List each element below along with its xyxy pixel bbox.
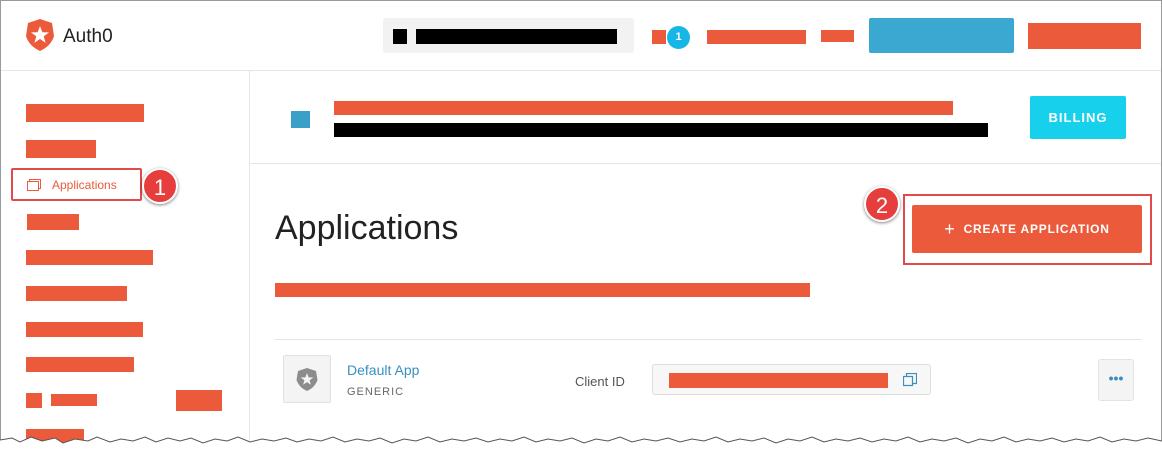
application-type: GENERIC — [347, 386, 405, 398]
redacted-page-description — [275, 283, 810, 297]
redacted-nav-link-1[interactable] — [707, 30, 806, 44]
header-divider — [250, 163, 1161, 164]
tenant-avatar-icon — [291, 111, 310, 128]
notification-badge[interactable]: 1 — [667, 26, 690, 49]
callout-1: 1 — [142, 168, 178, 204]
sidebar-item-redacted-5[interactable] — [26, 286, 127, 301]
sidebar-item-applications[interactable]: Applications — [52, 178, 117, 192]
redacted-topbar-button[interactable] — [869, 18, 1014, 53]
redacted-nav-link-2[interactable] — [821, 30, 854, 42]
sidebar-item-redacted-1[interactable] — [26, 104, 144, 122]
tenant-search-field[interactable] — [383, 18, 634, 53]
sidebar-item-redacted-3[interactable] — [27, 214, 79, 230]
callout-2: 2 — [864, 186, 900, 222]
torn-edge-decoration — [0, 436, 1162, 455]
applications-icon — [27, 178, 41, 191]
sidebar-item-redacted-7[interactable] — [26, 357, 134, 372]
redacted-tenant-domain — [416, 29, 617, 44]
auth0-logo-icon[interactable] — [25, 18, 55, 52]
auth0-dashboard-window: Auth0 1 Applications 1 BILLING Applicati… — [0, 0, 1162, 455]
page-title: Applications — [275, 209, 459, 247]
create-application-button[interactable]: + CREATE APPLICATION — [912, 205, 1142, 253]
copy-icon[interactable] — [902, 372, 918, 387]
create-application-label: CREATE APPLICATION — [963, 222, 1110, 236]
sidebar-item-redacted-2[interactable] — [26, 140, 96, 158]
redacted-nav-icon[interactable] — [652, 30, 666, 44]
redacted-tenant-subtitle — [334, 123, 988, 137]
billing-button[interactable]: BILLING — [1030, 96, 1126, 139]
redacted-client-id-value — [669, 373, 888, 388]
application-name-link[interactable]: Default App — [347, 362, 419, 378]
sidebar-item-redacted-8-badge[interactable] — [176, 390, 222, 411]
redacted-tenant-title — [334, 101, 953, 115]
sidebar-item-redacted-6[interactable] — [26, 322, 143, 337]
sidebar-divider — [249, 71, 250, 454]
logo-text[interactable]: Auth0 — [63, 26, 113, 48]
client-id-label: Client ID — [575, 374, 625, 389]
redacted-tenant-name — [393, 29, 407, 44]
list-divider — [275, 339, 1142, 340]
topbar-divider — [1, 70, 1161, 71]
sidebar-item-redacted-8-icon[interactable] — [26, 393, 42, 408]
application-logo[interactable] — [283, 355, 331, 403]
plus-icon: + — [944, 218, 956, 239]
more-options-button[interactable]: ••• — [1098, 359, 1134, 401]
redacted-account-menu[interactable] — [1028, 23, 1141, 49]
sidebar-item-redacted-8-label[interactable] — [51, 394, 97, 406]
sidebar-item-redacted-4[interactable] — [26, 250, 153, 265]
